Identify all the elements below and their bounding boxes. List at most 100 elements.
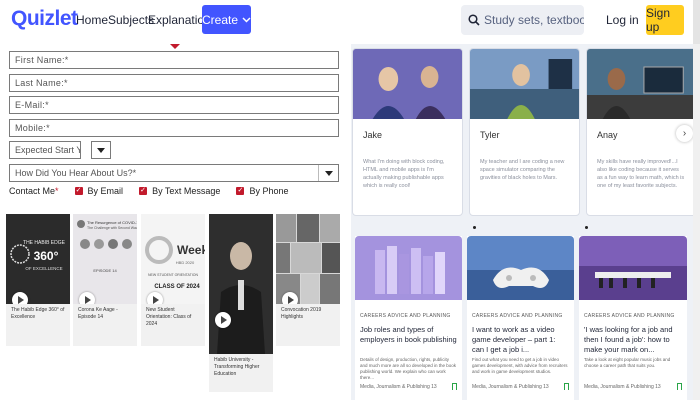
scrollbar-track[interactable]	[693, 0, 700, 44]
video-caption: Convocation 2019 Highlights	[281, 307, 322, 320]
hear-about-select[interactable]: How Did You Hear About Us?*	[9, 164, 339, 182]
video-tile[interactable]: Habib University - Transforming Higher E…	[209, 214, 273, 392]
chevron-right-icon: ›	[682, 128, 687, 139]
video-caption: Corona Ke Aage - Episode 14	[78, 307, 118, 320]
article-title[interactable]: Job roles and types of employers in book…	[355, 319, 462, 353]
video-caption: New Student Orientation: Class of 2024	[146, 307, 192, 327]
article-image	[579, 236, 687, 300]
video-thumbnail: THE HABIB EDGE 360° OF EXCELLENCE	[6, 214, 70, 304]
video-thumbnail: Week HBD 2020 NEW STUDENT ORIENTATION CL…	[141, 214, 205, 304]
play-button-icon[interactable]	[12, 292, 28, 304]
scrollbar-track[interactable]	[693, 44, 700, 400]
svg-text:360°: 360°	[34, 249, 59, 263]
carousel-dot[interactable]	[473, 226, 476, 229]
profile-card[interactable]: Jake What I'm doing with block coding, H…	[352, 48, 463, 216]
play-button-icon[interactable]	[215, 312, 231, 328]
article-description: Details of design, production, rights, p…	[360, 357, 457, 380]
top-navbar: Quizlet Home Subjects Explanations Creat…	[0, 0, 700, 44]
expected-start-dropdown-button[interactable]	[91, 141, 111, 159]
bookmark-icon[interactable]	[677, 383, 682, 390]
email-field[interactable]: E-Mail:*	[9, 96, 339, 114]
video-tile[interactable]: The Resurgence of COVID-19: The Challeng…	[73, 214, 137, 346]
checkmark-icon: ✓	[236, 187, 245, 195]
checkmark-icon: ✓	[139, 187, 148, 195]
svg-text:THE HABIB EDGE: THE HABIB EDGE	[23, 240, 66, 246]
oweek-graphic: Week HBD 2020 NEW STUDENT ORIENTATION CL…	[145, 236, 205, 290]
video-thumbnail	[276, 214, 340, 304]
resurgence-graphic: The Resurgence of COVID-19: The Challeng…	[77, 220, 137, 273]
article-title[interactable]: I want to work as a video game developer…	[467, 319, 574, 354]
profile-card[interactable]: Tyler My teacher and I are coding a new …	[469, 48, 580, 216]
carousel-next-button[interactable]: ›	[676, 125, 693, 142]
svg-text:OF EXCELLENCE: OF EXCELLENCE	[25, 266, 62, 271]
mobile-field[interactable]: Mobile:*	[9, 119, 339, 137]
login-button[interactable]: Log in	[606, 13, 639, 27]
svg-text:EPISODE 14: EPISODE 14	[93, 268, 117, 273]
hear-about-value: How Did You Hear About Us?*	[15, 168, 137, 178]
article-title[interactable]: 'I was looking for a job and then I foun…	[579, 319, 687, 354]
video-tile[interactable]: Convocation 2019 Highlights	[276, 214, 340, 346]
collage-graphic	[276, 214, 340, 304]
contact-email-checkbox[interactable]: ✓ By Email	[74, 186, 123, 196]
habib-edge-graphic: THE HABIB EDGE 360° OF EXCELLENCE	[10, 240, 66, 271]
play-button-icon[interactable]	[147, 292, 163, 304]
profile-name: Jake	[363, 130, 383, 140]
video-tile[interactable]: Week HBD 2020 NEW STUDENT ORIENTATION CL…	[141, 214, 205, 346]
contact-label: Contact Me*	[9, 186, 59, 196]
last-name-field[interactable]: Last Name:*	[9, 74, 339, 92]
video-caption: Habib University - Transforming Higher E…	[214, 357, 260, 377]
article-footer: Media, Journalism & Publishing 13	[355, 383, 462, 390]
article-footer: Media, Journalism & Publishing 13	[579, 383, 687, 390]
signup-button[interactable]: Sign up	[646, 5, 684, 35]
article-image	[467, 236, 574, 300]
article-description: Find out what you need to get a job in v…	[472, 357, 568, 374]
article-footer: Media, Journalism & Publishing 13	[467, 383, 574, 390]
expected-start-select[interactable]: Expected Start Y	[9, 141, 111, 159]
create-label: Create	[202, 12, 239, 27]
dropdown-arrow-icon	[324, 170, 333, 176]
svg-text:CLASS OF 2024: CLASS OF 2024	[154, 284, 200, 290]
contact-phone-checkbox[interactable]: ✓ By Phone	[236, 186, 288, 196]
expected-start-value: Expected Start Y	[9, 141, 81, 159]
svg-text:The Resurgence of COVID-19:: The Resurgence of COVID-19:	[87, 220, 137, 225]
video-tile[interactable]: THE HABIB EDGE 360° OF EXCELLENCE The Ha…	[6, 214, 70, 346]
svg-text:The Challenge with Second Wave: The Challenge with Second Wave	[87, 226, 137, 230]
dropdown-arrow-icon	[97, 147, 105, 153]
create-button[interactable]: Create	[202, 5, 251, 34]
first-name-field[interactable]: First Name:*	[9, 51, 339, 69]
checkmark-icon: ✓	[74, 187, 83, 195]
article-category: CAREERS ADVICE AND PLANNING	[360, 313, 451, 319]
profile-photo	[470, 49, 579, 119]
bookmark-icon[interactable]	[564, 383, 569, 390]
svg-text:Week: Week	[177, 243, 205, 257]
quizlet-logo[interactable]: Quizlet	[11, 7, 78, 31]
profile-photo	[353, 49, 462, 119]
hear-about-dropdown-button[interactable]	[318, 165, 338, 181]
play-button-icon[interactable]	[79, 292, 95, 304]
article-description: Take a look at eight popular music jobs …	[584, 357, 671, 368]
bookmark-icon[interactable]	[452, 383, 457, 390]
profile-photo	[587, 49, 696, 119]
search-icon	[468, 14, 480, 26]
video-thumbnail	[209, 214, 273, 354]
svg-text:HBD 2020: HBD 2020	[176, 260, 195, 265]
contact-preferences: Contact Me* ✓ By Email ✓ By Text Message ✓…	[9, 186, 288, 196]
article-category: CAREERS ADVICE AND PLANNING	[472, 313, 563, 319]
article-card[interactable]: CAREERS ADVICE AND PLANNING 'I was looki…	[579, 236, 687, 400]
profile-quote: My teacher and I are coding a new space …	[480, 159, 565, 181]
carousel-dot[interactable]	[585, 226, 588, 229]
nav-home[interactable]: Home	[76, 13, 108, 27]
play-button-icon[interactable]	[282, 292, 298, 304]
chevron-down-icon	[242, 16, 251, 23]
search-input[interactable]: Study sets, textbooks, ...	[461, 5, 584, 35]
profile-quote: What I'm doing with block coding, HTML a…	[363, 159, 445, 189]
article-image	[355, 236, 462, 300]
profile-name: Tyler	[480, 130, 500, 140]
video-caption: The Habib Edge 360° of Excellence	[11, 307, 65, 320]
search-placeholder: Study sets, textbooks, ...	[484, 13, 584, 27]
article-card[interactable]: CAREERS ADVICE AND PLANNING Job roles an…	[355, 236, 462, 400]
video-thumbnail: The Resurgence of COVID-19: The Challeng…	[73, 214, 137, 304]
contact-text-checkbox[interactable]: ✓ By Text Message	[139, 186, 220, 196]
pointer-marker	[170, 44, 180, 49]
article-card[interactable]: CAREERS ADVICE AND PLANNING I want to wo…	[467, 236, 574, 400]
